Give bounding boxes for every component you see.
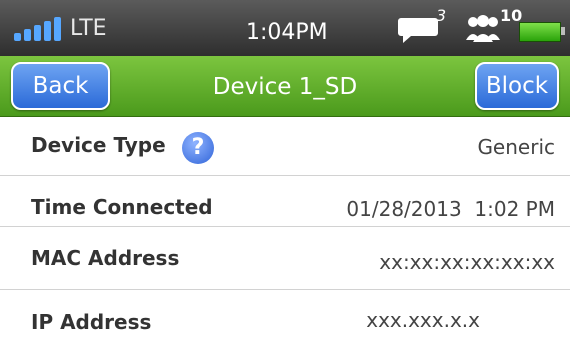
ip-address-row: IP Address xxx.xxx.x.x [0,290,570,345]
mac-address-row: MAC Address xx:xx:xx:xx:xx:xx [0,227,570,290]
time-connected-label: Time Connected [31,195,213,219]
network-type: LTE [70,16,107,41]
device-type-label: Device Type [31,133,166,157]
status-bar: LTE 1:04PM 3 10 [0,0,570,56]
mac-address-value: xx:xx:xx:xx:xx:xx [379,250,555,274]
help-icon[interactable]: ? [182,132,214,164]
device-type-value: Generic [477,135,555,159]
page-title: Device 1_SD [212,74,358,100]
message-count: 3 [436,6,447,25]
time-connected-row: Time Connected 01/28/2013 1:02 PM [0,176,570,227]
time-connected-value: 01/28/2013 1:02 PM [346,197,555,221]
ip-address-label: IP Address [31,310,152,334]
signal-strength-icon [14,17,61,41]
battery-icon [519,22,561,42]
message-icon [398,18,438,43]
battery-tip [561,27,565,35]
mac-address-label: MAC Address [31,246,180,270]
device-type-row: Device Type ? Generic [0,117,570,176]
ip-address-value: xxx.xxx.x.x [366,308,480,332]
clock: 1:04PM [246,20,328,45]
connected-users-icon [466,15,500,42]
